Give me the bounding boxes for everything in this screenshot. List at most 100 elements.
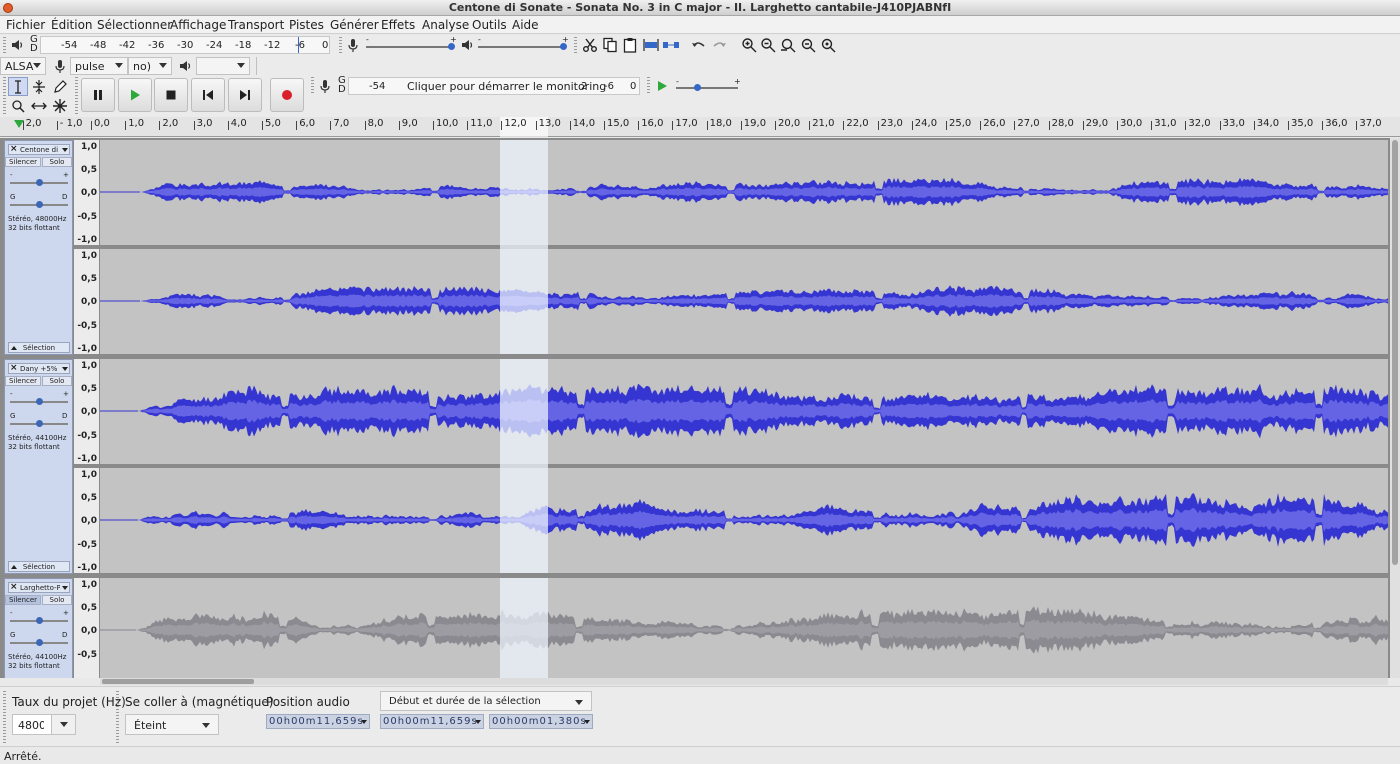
track-2-right-waveform[interactable] — [100, 468, 1388, 573]
pan-slider[interactable] — [10, 201, 68, 209]
track-control-panel[interactable]: × Dany +5% Silencer Solo - + G D Stéréo,… — [4, 359, 73, 574]
selection-length-time[interactable]: 00h00m01,380s — [489, 714, 593, 729]
toolbar-grip[interactable] — [339, 37, 342, 53]
multi-tool-icon[interactable] — [50, 96, 70, 115]
menu-effets[interactable]: Effets — [381, 18, 415, 32]
recording-channels-select[interactable]: no) — [128, 57, 172, 75]
audio-host-select[interactable]: ALSA — [0, 57, 46, 75]
toolbar-grip[interactable] — [3, 37, 6, 53]
selection-region[interactable] — [500, 140, 548, 354]
vertical-scrollbar-thumb[interactable] — [1392, 140, 1398, 565]
toolbar-grip[interactable] — [3, 691, 6, 743]
close-track-icon[interactable]: × — [10, 144, 18, 154]
project-rate-value[interactable]: 48000 — [18, 719, 44, 732]
vertical-scale[interactable]: 1,0 0,5 0,0 -0,5 -1,0 — [74, 140, 99, 245]
menu-aide[interactable]: Aide — [512, 18, 539, 32]
fit-project-icon[interactable] — [799, 36, 817, 54]
collapse-track-icon[interactable] — [11, 565, 17, 569]
track-name-button[interactable]: × Larghetto-Po — [8, 582, 70, 593]
redo-icon[interactable] — [710, 36, 728, 54]
pause-button[interactable] — [81, 78, 115, 112]
play-at-speed-button[interactable] — [653, 77, 671, 95]
menu-pistes[interactable]: Pistes — [289, 18, 324, 32]
project-rate-dropdown-button[interactable] — [51, 715, 75, 734]
track-1-left-waveform[interactable] — [100, 140, 1388, 245]
fit-selection-icon[interactable] — [779, 36, 797, 54]
play-button[interactable] — [118, 78, 152, 112]
track-control-panel[interactable]: × Centone di S Silencer Solo - + G D Sté… — [4, 140, 73, 355]
selection-tool-icon[interactable] — [8, 77, 28, 96]
toolbar-grip[interactable] — [574, 37, 577, 53]
paste-icon[interactable] — [621, 36, 639, 54]
record-meter-monitoring-prompt[interactable]: Cliquer pour démarrer le monitoring — [407, 80, 606, 93]
horizontal-scrollbar[interactable] — [100, 678, 1388, 685]
close-track-icon[interactable]: × — [10, 363, 18, 373]
envelope-tool-icon[interactable] — [29, 77, 49, 96]
record-meter-microphone-icon[interactable] — [318, 77, 332, 95]
draw-tool-icon[interactable] — [50, 77, 70, 96]
close-track-icon[interactable]: × — [10, 582, 18, 592]
zoom-out-icon[interactable] — [759, 36, 777, 54]
menu-outils[interactable]: Outils — [472, 18, 507, 32]
playback-device-select[interactable] — [196, 57, 250, 75]
audio-position-time[interactable]: 00h00m11,659s — [266, 714, 370, 729]
gain-slider[interactable] — [10, 617, 68, 625]
track-1-right-waveform[interactable] — [100, 249, 1388, 354]
solo-button[interactable]: Solo — [42, 376, 72, 386]
track-3-left-waveform[interactable] — [100, 578, 1388, 678]
toolbar-grip[interactable] — [647, 77, 650, 95]
chevron-down-icon[interactable] — [475, 720, 481, 724]
menu-analyse[interactable]: Analyse — [422, 18, 469, 32]
copy-icon[interactable] — [601, 36, 619, 54]
zoom-toggle-icon[interactable] — [819, 36, 837, 54]
track-name-button[interactable]: × Dany +5% — [8, 363, 70, 374]
selection-region[interactable] — [500, 359, 548, 573]
track-2-left-waveform[interactable] — [100, 359, 1388, 464]
track-select-button[interactable]: Sélection — [8, 561, 70, 572]
selection-region[interactable] — [500, 578, 548, 678]
playback-speed-slider[interactable]: - + — [674, 77, 741, 93]
timeline-ruler[interactable]: 2,0 - 1,0 0,0 1,0 2,0 3,0 4,0 5,0 6,0 7,0 8,0 9,0 10… — [0, 117, 1400, 137]
menu-affichage[interactable]: Affichage — [170, 18, 226, 32]
menu-generer[interactable]: Générer — [330, 18, 379, 32]
gain-slider[interactable] — [10, 179, 68, 187]
solo-button[interactable]: Solo — [42, 157, 72, 167]
skip-to-end-button[interactable] — [228, 78, 262, 112]
time-shift-tool-icon[interactable] — [29, 96, 49, 115]
track-control-panel[interactable]: × Larghetto-Po Silencer Solo - + G D Sté… — [4, 578, 73, 678]
vertical-scale[interactable]: 1,0 0,5 0,0 -0,5 -1,0 — [74, 468, 99, 573]
vertical-scale[interactable]: 1,0 0,5 0,0 -0,5 -1,0 — [74, 249, 99, 354]
menu-fichier[interactable]: Fichier — [6, 18, 45, 32]
solo-button[interactable]: Solo — [42, 595, 72, 605]
recording-device-select[interactable]: pulse — [70, 57, 128, 75]
menu-transport[interactable]: Transport — [228, 18, 284, 32]
stop-button[interactable] — [154, 78, 188, 112]
recording-meter[interactable]: -54 Cliquer pour démarrer le monitoring … — [348, 77, 640, 95]
mute-button[interactable]: Silencer — [5, 376, 41, 386]
toolbar-grip[interactable] — [3, 77, 6, 115]
toolbar-grip[interactable] — [116, 691, 119, 743]
toolbar-grip[interactable] — [311, 77, 314, 95]
skip-to-start-button[interactable] — [191, 78, 225, 112]
zoom-in-icon[interactable] — [740, 36, 758, 54]
track-select-button[interactable]: Sélection — [8, 342, 70, 353]
playback-volume-slider[interactable]: - + — [476, 35, 569, 51]
vertical-scrollbar[interactable] — [1390, 138, 1400, 678]
snap-to-select[interactable]: Éteint — [125, 714, 219, 735]
playback-meter[interactable]: -54 -48 -42 -36 -30 -24 -18 -12 -6 0 — [40, 36, 330, 54]
horizontal-scrollbar-thumb[interactable] — [102, 679, 254, 684]
track-menu-chevron-down-icon[interactable] — [62, 586, 68, 590]
track-name-button[interactable]: × Centone di S — [8, 144, 70, 155]
speaker-icon[interactable] — [9, 36, 25, 54]
track-menu-chevron-down-icon[interactable] — [62, 148, 68, 152]
menu-selectionner[interactable]: Sélectionner — [97, 18, 172, 32]
mute-button[interactable]: Silencer — [5, 595, 41, 605]
mute-button[interactable]: Silencer — [5, 157, 41, 167]
selection-mode-select[interactable]: Début et durée de la sélection — [380, 691, 592, 711]
vertical-scale[interactable]: 1,0 0,5 0,0 -0,5 — [74, 578, 99, 678]
chevron-down-icon[interactable] — [361, 720, 367, 724]
chevron-down-icon[interactable] — [584, 720, 590, 724]
collapse-track-icon[interactable] — [11, 346, 17, 350]
toolbar-grip[interactable] — [75, 77, 78, 115]
track-menu-chevron-down-icon[interactable] — [62, 367, 68, 371]
